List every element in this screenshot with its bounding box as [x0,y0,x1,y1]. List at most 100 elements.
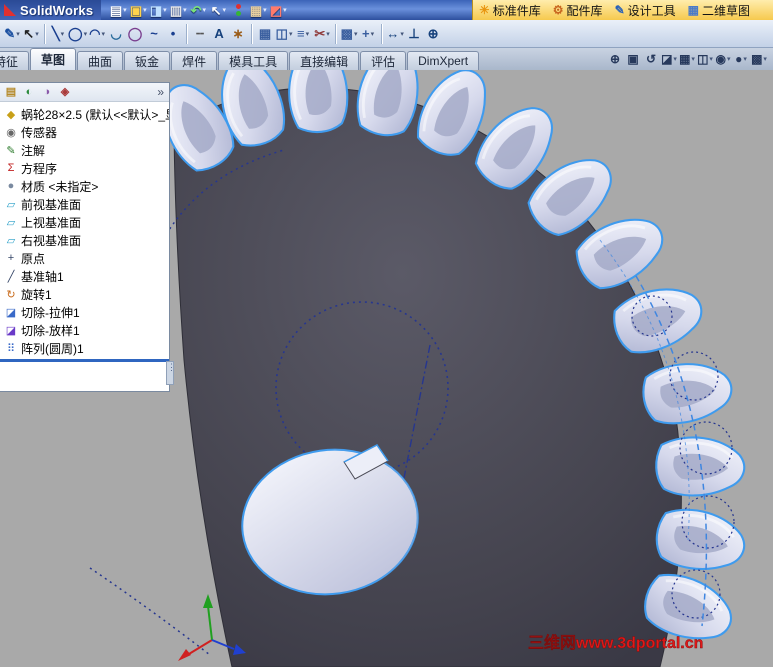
configurationmanager-tab-icon[interactable]: ◑ [39,85,55,100]
tree-item-revolve1[interactable]: ↻ 旋转1 [0,285,169,303]
dropdown-caret-icon: ▾ [83,30,88,38]
featuremanager-tab-icon[interactable]: ▤ [3,85,19,100]
tangent-arc-icon[interactable]: ◡ [107,25,125,43]
circle-tool-icon[interactable]: ◯ ▾ [68,25,87,43]
display-style-icon[interactable]: ◫ ▾ [697,51,713,67]
section-view-icon[interactable]: ◪ ▾ [661,51,677,67]
dropdown-caret-icon: ▾ [709,56,713,63]
tab-特征[interactable]: 特征 [0,51,30,70]
dropdown-caret-icon: ▾ [222,7,226,14]
tab-模具工具[interactable]: 模具工具 [218,51,289,70]
tree-item-origin[interactable]: + 原点 [0,249,169,267]
zoom-area-icon[interactable]: ▣ [625,51,641,67]
tree-item-cut-extrude1[interactable]: ◪ 切除-拉伸1 [0,303,169,321]
solidworks-window: SolidWorks ▤ ▾ ▣ ▾ ◨ ▾ ▥ ▾ ↶ ▾ ↖ ▾ ▦ ▾ ◩ ▾ ☀ 标准件库 ⚙ 配件库 ✎ 设计… [0,0,773,667]
addin-label: 配件库 [566,3,603,18]
tree-item-label: 基准轴1 [21,269,64,284]
tree-item-label: 原点 [21,251,46,266]
watermark: 三维网www.3dportal.cn [528,633,703,652]
tree-item-right-plane[interactable]: ▱ 右视基准面 [0,231,169,249]
propertymanager-tab-icon[interactable]: ◐ [21,85,37,100]
toolbar-separator [381,23,383,44]
revolve-icon: ↻ [6,288,16,301]
move-entities-icon[interactable]: + ▾ [359,25,377,43]
addin-fittings-library[interactable]: ⚙ 配件库 [553,2,603,19]
cut-loft-icon: ◪ [5,324,17,337]
tree-item-cut-loft1[interactable]: ◪ 切除-放样1 [0,321,169,339]
help-icon[interactable]: ◩ ▾ [269,1,287,19]
toolbar-separator [251,23,253,44]
feature-tree: ◆ 蜗轮28×2.5 (默认<<默认>_显 ◉ 传感器 ✎ 注解 Σ 方程序 ● 材质 <未指定>… [0,102,169,357]
addin-standard-parts[interactable]: ☀ 标准件库 [479,2,541,19]
tree-item-annotations[interactable]: ✎ 注解 [0,141,169,159]
addin-design-tools[interactable]: ✎ 设计工具 [615,2,676,19]
tab-钣金[interactable]: 钣金 [124,51,171,70]
dropdown-caret-icon: ▾ [163,7,167,14]
tree-item-label: 上视基准面 [21,215,82,230]
tree-item-label: 切除-拉伸1 [21,305,80,320]
hide-show-items-icon[interactable]: ◉ ▾ [715,51,731,67]
sketch-tool-icon[interactable]: ✎ ▾ [3,25,21,43]
tab-曲面[interactable]: 曲面 [77,51,124,70]
trim-entities-icon[interactable]: ✂ ▾ [313,25,331,43]
text-tool-icon[interactable]: A [210,25,228,43]
tree-item-front-plane[interactable]: ▱ 前视基准面 [0,195,169,213]
addin-sketch-2d[interactable]: ▦ 二维草图 [688,2,750,19]
open-folder-icon[interactable]: ▣ ▾ [129,1,147,19]
edit-appearance-icon[interactable]: ● ▾ [733,51,749,67]
mirror-entities-icon[interactable]: ◫ ▾ [275,25,293,43]
tab-草图[interactable]: 草图 [30,48,77,70]
save-icon[interactable]: ◨ ▾ [149,1,167,19]
addin-label: 设计工具 [627,3,676,18]
apply-scene-icon[interactable]: ▩ ▾ [751,51,767,67]
spline-tool-icon[interactable]: ~ [145,25,163,43]
arc-tool-icon[interactable]: ◠ ▾ [88,25,106,43]
tree-item-label: 传感器 [21,125,58,140]
select-arrow-icon[interactable]: ↖ ▾ [22,25,40,43]
smart-dimension-icon[interactable]: ↔ ▾ [386,25,404,43]
previous-view-icon[interactable]: ↺ [643,51,659,67]
tree-item-equations[interactable]: Σ 方程序 [0,159,169,177]
tab-焊件[interactable]: 焊件 [171,51,218,70]
tree-item-material[interactable]: ● 材质 <未指定> [0,177,169,195]
grid-tool-icon[interactable]: ▦ [256,25,274,43]
rollback-bar[interactable] [0,359,169,362]
equations-icon: Σ [7,162,15,174]
add-relation-icon[interactable]: ⊥ [405,25,423,43]
annotations-icon: ✎ [6,144,16,157]
tree-item-part[interactable]: ◆ 蜗轮28×2.5 (默认<<默认>_显 [0,105,169,123]
offset-entities-icon[interactable]: ≡ ▾ [294,25,312,43]
tab-评估[interactable]: 评估 [360,51,407,70]
tree-item-top-plane[interactable]: ▱ 上视基准面 [0,213,169,231]
view-orientation-icon[interactable]: ▦ ▾ [679,51,695,67]
tree-item-axis1[interactable]: ╱ 基准轴1 [0,267,169,285]
cut-extrude-icon: ◪ [5,306,17,319]
linear-pattern-icon[interactable]: ▩ ▾ [340,25,358,43]
dropdown-caret-icon: ▾ [370,30,375,38]
tab-直接编辑[interactable]: 直接编辑 [289,51,360,70]
new-document-icon[interactable]: ▤ ▾ [109,1,127,19]
tree-item-sensors[interactable]: ◉ 传感器 [0,123,169,141]
ellipse-tool-icon[interactable]: ◯ [126,25,144,43]
panel-resize-grip[interactable]: ⋮ [166,361,176,385]
feature-manager-panel: ▤ ◐ ◑ ◈ » ◆ 蜗轮28×2.5 (默认<<默认>_显 ◉ 传感器 ✎ 注解 Σ 方程序 ● 材质… [0,82,176,392]
sketch-toolbar: ✎ ▾ ↖ ▾ ╲ ▾ ◯ ▾ ◠ ▾ ◡ ◯ ~ • ╌ A ∗ ▦ ◫ ▾ ≡ ▾ ✂ ▾ ▩ ▾ + ▾ ↔ ▾ ⊥ ⊕ [0,20,773,48]
centerline-tool-icon[interactable]: ╌ [191,25,209,43]
dimxpertmanager-tab-icon[interactable]: ◈ [57,85,73,100]
rebuild-stoplight-icon[interactable] [229,1,247,19]
point-tool-icon[interactable]: • [164,25,182,43]
line-tool-icon[interactable]: ╲ ▾ [49,25,67,43]
snap-icon[interactable]: ⊕ [424,25,442,43]
tree-item-cirpattern1[interactable]: ⠿ 阵列(圆周)1 [0,339,169,357]
undo-icon[interactable]: ↶ ▾ [189,1,207,19]
print-icon[interactable]: ▥ ▾ [169,1,187,19]
tab-DimXpert[interactable]: DimXpert [407,51,480,70]
part-icon: ◆ [6,108,16,121]
options-board-icon[interactable]: ▦ ▾ [249,1,267,19]
select-cursor-icon[interactable]: ↖ ▾ [209,1,227,19]
plane-icon: ▱ [6,216,16,229]
zoom-fit-icon[interactable]: ⊕ [607,51,623,67]
panel-overflow-button[interactable]: » [157,85,166,99]
equation-tool-icon[interactable]: ∗ [229,25,247,43]
fittings-library-icon: ⚙ [552,3,564,17]
